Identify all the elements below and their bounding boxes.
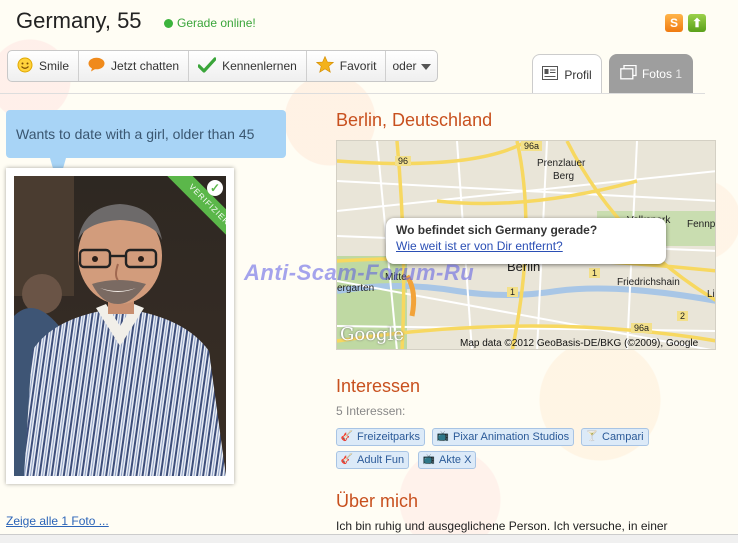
smile-button[interactable]: Smile xyxy=(8,51,80,81)
google-logo: Google xyxy=(340,324,404,345)
about-text: Ich bin ruhig und ausgeglichene Person. … xyxy=(336,519,668,533)
map-label-li: Li xyxy=(707,289,715,300)
tab-fotos-count: 1 xyxy=(675,67,683,81)
online-status-label: Gerade online! xyxy=(177,16,256,30)
chat-label: Jetzt chatten xyxy=(111,59,180,73)
drink-icon: 🍸 xyxy=(585,431,599,442)
chat-button[interactable]: Jetzt chatten xyxy=(79,51,190,81)
interest-label: Campari xyxy=(602,431,644,443)
tab-profil[interactable]: Profil xyxy=(532,54,602,94)
interests-heading: Interessen xyxy=(336,376,421,396)
checkmark-icon xyxy=(197,56,217,76)
map-road-96a-top: 96a xyxy=(521,141,543,151)
interest-label: Adult Fun xyxy=(357,454,405,466)
tv-icon: 📺 xyxy=(436,431,450,442)
interest-tag[interactable]: 🎸 Freizeitparks xyxy=(336,428,425,446)
guitar-icon: 🎸 xyxy=(340,431,354,442)
map-road-96: 96 xyxy=(395,156,412,166)
profile-name-age: Germany, 55 xyxy=(16,8,142,33)
interest-label: Pixar Animation Studios xyxy=(453,431,570,443)
online-dot-icon xyxy=(164,19,173,28)
kennenlernen-label: Kennenlernen xyxy=(222,59,297,73)
map-road-2: 2 xyxy=(677,311,689,321)
about-heading: Über mich xyxy=(336,491,419,511)
map-question: Wo befindet sich Germany gerade? xyxy=(396,223,598,237)
interest-tag[interactable]: 📺 Pixar Animation Studios xyxy=(432,428,575,446)
interest-label: Freizeitparks xyxy=(357,431,420,443)
online-status: Gerade online! xyxy=(164,16,256,30)
interest-tag[interactable]: 🍸 Campari xyxy=(581,428,649,446)
map-label-fennp: Fennp xyxy=(687,219,716,230)
map-label-berg: Berg xyxy=(553,171,575,182)
map-label-friedrichshain: Friedrichshain xyxy=(617,277,680,288)
interest-label: Akte X xyxy=(439,454,472,466)
tv-icon: 📺 xyxy=(422,454,436,465)
map-road-1b: 1 xyxy=(507,287,519,297)
headline-bubble: Wants to date with a girl, older than 45 xyxy=(6,110,286,158)
tab-profil-label: Profil xyxy=(564,67,592,82)
distance-link[interactable]: Wie weit ist er von Dir entfernt? xyxy=(396,239,656,253)
smile-icon xyxy=(17,57,33,76)
guitar-icon: 🎸 xyxy=(340,454,354,465)
location-heading: Berlin, Deutschland xyxy=(336,110,493,130)
verified-check-icon: ✓ xyxy=(207,180,223,196)
more-dropdown[interactable]: oder xyxy=(386,51,436,81)
interest-tag[interactable]: 📺 Akte X xyxy=(418,451,477,469)
action-bar: Smile Jetzt chatten Kennenlernen Favorit… xyxy=(7,50,438,82)
upload-arrow-icon[interactable]: ⬆ xyxy=(688,14,706,32)
interests-count: 5 Interessen: xyxy=(336,404,406,418)
chevron-down-icon xyxy=(420,59,431,73)
interest-tag[interactable]: 🎸 Adult Fun xyxy=(336,451,410,469)
favorit-label: Favorit xyxy=(339,59,377,73)
kennenlernen-button[interactable]: Kennenlernen xyxy=(189,51,307,81)
profile-card-icon xyxy=(542,66,559,83)
map-info-popup: Wo befindet sich Germany gerade? Wie wei… xyxy=(386,218,666,264)
tab-fotos[interactable]: Fotos 1 xyxy=(609,54,693,94)
map-credit: Map data ©2012 GeoBasis-DE/BKG (©2009), … xyxy=(460,338,699,349)
tab-divider xyxy=(0,93,705,94)
more-label: oder xyxy=(392,59,417,73)
show-all-photos-link[interactable]: Zeige alle 1 Foto ... xyxy=(6,514,109,528)
favorit-button[interactable]: Favorit xyxy=(307,51,387,81)
star-icon xyxy=(315,55,334,76)
map-road-96a-bottom: 96a xyxy=(631,323,653,333)
map-label-prenzlauer: Prenzlauer xyxy=(537,158,586,169)
map-road-1: 1 xyxy=(589,268,601,278)
watermark: Anti-Scam-Forum-Ru xyxy=(244,260,475,285)
photos-stack-icon xyxy=(620,64,637,83)
tab-fotos-label: Fotos xyxy=(641,67,672,81)
chat-bubble-icon xyxy=(88,57,105,75)
s-logo-icon[interactable]: S xyxy=(665,14,683,32)
smile-label: Smile xyxy=(39,59,70,73)
